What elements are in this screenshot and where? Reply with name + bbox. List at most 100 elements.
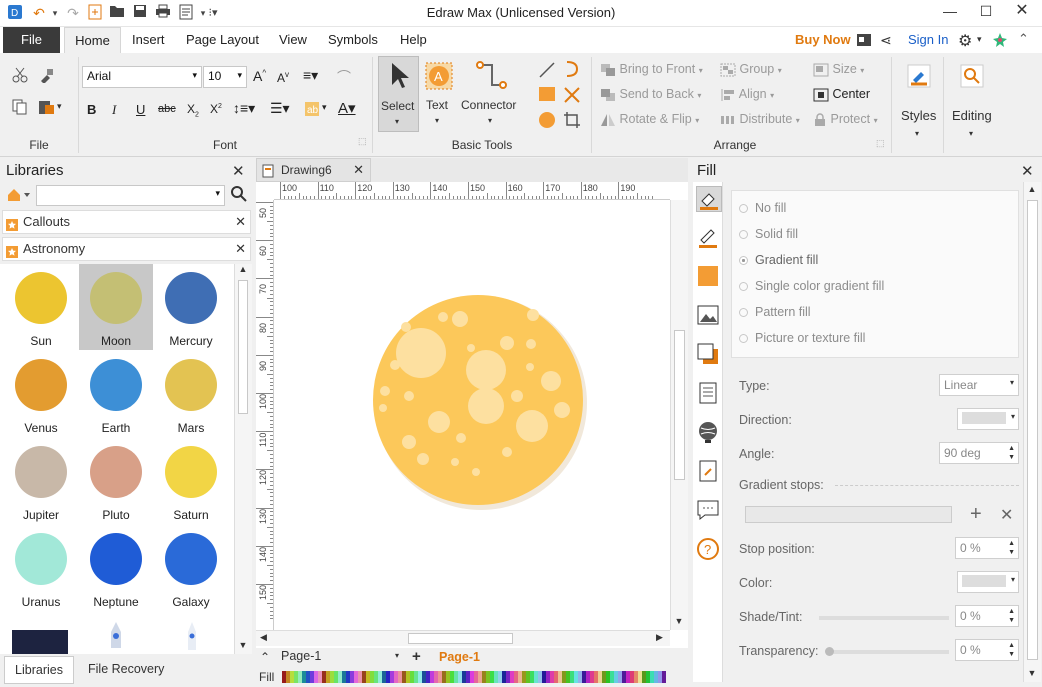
bold-icon[interactable]: B (87, 102, 96, 117)
close-libraries-icon[interactable]: ✕ (232, 162, 245, 180)
scroll-thumb[interactable] (674, 330, 685, 480)
format-painter-icon[interactable] (38, 67, 54, 86)
align-button[interactable]: Align ▾ (720, 87, 774, 102)
page-bar-collapse-icon[interactable]: ⌃ (260, 650, 270, 664)
rectangle-tool-icon[interactable] (538, 86, 556, 105)
library-shape-saturn[interactable]: Saturn (154, 438, 228, 524)
text-align-icon[interactable]: ≡▾ (303, 67, 318, 84)
library-shape-moon[interactable]: Moon (79, 264, 153, 350)
starfield-icon[interactable] (12, 630, 68, 654)
library-shape-uranus[interactable]: Uranus (4, 525, 78, 611)
distribute-button[interactable]: Distribute ▾ (720, 112, 800, 127)
tab-help[interactable]: Help (392, 27, 435, 53)
shade-tint-slider[interactable] (819, 616, 949, 620)
tab-insert[interactable]: Insert (124, 27, 173, 53)
fill-paint-icon[interactable] (696, 186, 722, 212)
font-color-icon[interactable]: A▾ (338, 99, 356, 117)
fill-panel-scrollbar[interactable]: ▲ ▼ (1023, 182, 1041, 682)
chevron-down-icon[interactable]: ▾ (322, 102, 327, 113)
scroll-down-icon[interactable]: ▼ (235, 640, 251, 650)
share-icon[interactable]: ⋖ (880, 32, 892, 49)
library-shape-pluto[interactable]: Pluto (79, 438, 153, 524)
scroll-left-icon[interactable]: ◀ (260, 632, 267, 643)
editing-button[interactable]: Editing ▾ (948, 57, 998, 149)
font-size-select[interactable]: 10 ▾ (203, 66, 247, 88)
solid-fill-option[interactable]: Solid fill (739, 227, 798, 241)
scroll-right-icon[interactable]: ▶ (656, 632, 663, 643)
spinner-arrows-icon[interactable]: ▲ ▼ (1008, 641, 1015, 659)
help-icon[interactable]: ? (696, 537, 722, 563)
scroll-up-icon[interactable]: ▲ (235, 264, 251, 274)
hyperlink-globe-icon[interactable] (696, 420, 722, 446)
color-swatch[interactable] (662, 671, 666, 683)
library-category-callouts[interactable]: Callouts ✕ (2, 210, 251, 234)
page-tab-page-1[interactable]: Page-1 (439, 650, 480, 664)
select-tool-button[interactable]: Select ▾ (378, 56, 419, 132)
angle-spinner[interactable]: 90 deg ▲ ▼ (939, 442, 1019, 464)
font-name-select[interactable]: Arial ▾ (82, 66, 202, 88)
close-fill-panel-icon[interactable]: ✕ (1021, 162, 1034, 180)
cross-tool-icon[interactable] (563, 86, 581, 107)
cut-icon[interactable] (12, 67, 28, 86)
sign-in-link[interactable]: Sign In (900, 27, 956, 53)
no-fill-option[interactable]: No fill (739, 201, 786, 215)
stop-position-spinner[interactable]: 0 % ▲ ▼ (955, 537, 1019, 559)
gradient-stops-bar[interactable] (745, 506, 952, 523)
italic-icon[interactable]: I (112, 102, 116, 118)
document-properties-icon[interactable] (696, 381, 722, 407)
color-palette[interactable] (282, 671, 688, 685)
tab-view[interactable]: View (271, 27, 315, 53)
close-document-icon[interactable]: ✕ (353, 159, 364, 181)
center-button[interactable]: Center (813, 87, 870, 102)
rotate-flip-button[interactable]: Rotate & Flip ▾ (600, 112, 699, 127)
gradient-type-select[interactable]: Linear ▾ (939, 374, 1019, 396)
transparency-spinner[interactable]: 0 % ▲ ▼ (955, 639, 1019, 661)
page-select[interactable]: Page-1 ▾ (281, 649, 401, 667)
tab-libraries[interactable]: Libraries (4, 656, 74, 684)
library-shape-mars[interactable]: Mars (154, 351, 228, 437)
minimize-button[interactable]: — (932, 0, 968, 24)
paste-dropdown-icon[interactable]: ▾ (57, 101, 62, 112)
protect-button[interactable]: Protect ▾ (813, 112, 878, 127)
highlight-color-icon[interactable]: ab (304, 101, 320, 120)
canvas-horizontal-scrollbar[interactable]: ◀ ▶ (256, 630, 670, 646)
scroll-thumb[interactable] (408, 633, 513, 644)
arc-tool-icon[interactable] (563, 59, 581, 82)
slider-handle[interactable] (825, 647, 834, 656)
spinner-arrows-icon[interactable]: ▲ ▼ (1008, 607, 1015, 625)
library-category-astronomy[interactable]: Astronomy ✕ (2, 237, 251, 261)
size-button[interactable]: Size ▾ (813, 62, 864, 77)
library-shape-jupiter[interactable]: Jupiter (4, 438, 78, 524)
increase-font-icon[interactable]: A^ (253, 68, 266, 84)
shade-tint-spinner[interactable]: 0 % ▲ ▼ (955, 605, 1019, 627)
library-scrollbar[interactable]: ▲ ▼ (234, 264, 252, 654)
connector-tool-button[interactable]: Connector ▾ (459, 56, 525, 132)
settings-gear-icon[interactable]: ⚙ (958, 31, 972, 51)
buy-now-link[interactable]: Buy Now (787, 27, 859, 53)
bring-to-front-button[interactable]: Bring to Front ▾ (600, 62, 703, 77)
library-shape-mercury[interactable]: Mercury (154, 264, 228, 350)
theme-icon[interactable] (992, 32, 1008, 51)
direction-select[interactable]: ▾ (957, 408, 1019, 430)
close-category-icon[interactable]: ✕ (235, 238, 246, 260)
spinner-arrows-icon[interactable]: ▲ ▼ (1008, 539, 1015, 557)
library-shape-earth[interactable]: Earth (79, 351, 153, 437)
close-window-button[interactable]: ✕ (1004, 0, 1040, 24)
line-tool-icon[interactable] (538, 61, 556, 82)
copy-icon[interactable] (12, 99, 28, 118)
scroll-down-icon[interactable]: ▼ (671, 616, 687, 626)
text-direction-icon[interactable]: ⌒ (337, 67, 351, 87)
scroll-thumb[interactable] (238, 280, 248, 414)
spinner-arrows-icon[interactable]: ▲ ▼ (1008, 444, 1015, 462)
line-style-icon[interactable] (696, 225, 722, 251)
bullets-icon[interactable]: ☰▾ (270, 100, 290, 117)
line-spacing-icon[interactable]: ↕≡▾ (233, 100, 255, 117)
image-icon[interactable] (696, 303, 722, 329)
tab-page-layout[interactable]: Page Layout (178, 27, 267, 53)
library-shape-venus[interactable]: Venus (4, 351, 78, 437)
library-shape-galaxy[interactable]: Galaxy (154, 525, 228, 611)
group-button[interactable]: Group ▾ (720, 62, 782, 77)
maximize-button[interactable]: ☐ (968, 0, 1004, 24)
gradient-fill-option[interactable]: Gradient fill (739, 253, 818, 267)
tab-file[interactable]: File (3, 27, 60, 53)
